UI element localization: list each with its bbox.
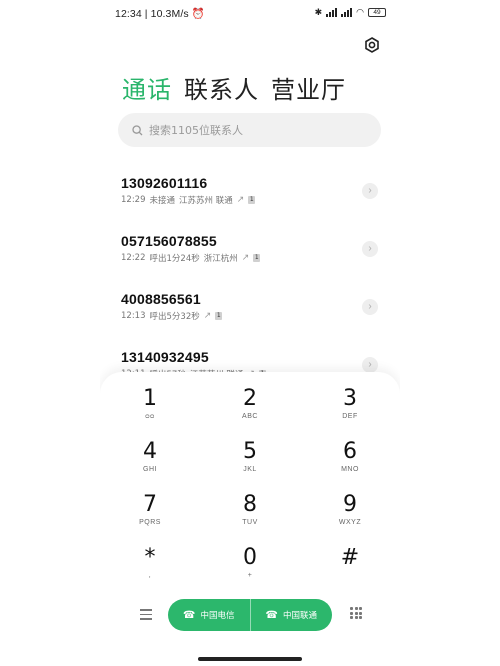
key-2[interactable]: 2 ABC [200,386,300,439]
key-digit: 8 [243,492,257,517]
voicemail-icon: ᴑᴑ [145,413,155,420]
gear-icon[interactable] [364,37,380,53]
arrow-up-right-icon: ↗ [241,253,250,263]
arrow-up-right-icon: ↗ [236,195,245,205]
key-digit: # [340,545,360,570]
key-3[interactable]: 3 DEF [300,386,400,439]
search-icon [132,124,143,135]
key-0[interactable]: 0 + [200,545,300,598]
key-digit: 1 [143,386,157,411]
search-bar[interactable] [118,113,381,147]
call-number: 13140932495 [121,349,209,365]
call-number: 057156078855 [121,233,217,249]
keypad-grid: 1 ᴑᴑ 2 ABC 3 DEF 4 GHI 5 JKL 6 MNO 7 PQRS 8 TUV … [100,386,400,598]
phone-icon: ☎ [265,609,278,621]
key-letters: JKL [243,466,257,473]
key-digit: * [144,545,156,570]
chevron-right-icon[interactable]: › [362,183,378,199]
sim-badge: 1 [253,254,261,262]
status-bar: 12:34 | 10.3M/s ⏰ ✱ ◠ 49 [100,0,400,26]
call-location: 江苏苏州 联通 [179,196,233,206]
sim-badge: 1 [215,312,223,320]
signal-icon [341,8,353,17]
call-button-label: 中国联通 [282,611,317,621]
key-digit: 4 [143,439,157,464]
wifi-icon: ◠ [356,7,364,17]
arrow-up-right-icon: ↗ [203,311,212,321]
status-icons: ✱ ◠ 49 [315,7,386,18]
call-log-item[interactable]: 057156078855 12:22 呼出1分24秒 浙江杭州 ↗ 1 › [100,228,400,286]
key-letters: GHI [143,466,157,473]
call-log: 13092601116 12:29 未接通 江苏苏州 联通 ↗ 1 › 0571… [100,170,400,402]
key-digit: 6 [343,439,357,464]
key-letters: TUV [242,519,258,526]
key-digit: 9 [343,492,357,517]
phone-screen: 12:34 | 10.3M/s ⏰ ✱ ◠ 49 通话 联系人 营业厅 1309… [100,0,400,666]
key-letters: MNO [341,466,359,473]
chevron-right-icon[interactable]: › [362,299,378,315]
call-time: 12:13 [121,311,146,321]
key-letters: ABC [242,413,258,420]
key-7[interactable]: 7 PQRS [100,492,200,545]
key-digit: 2 [243,386,257,411]
chevron-right-icon[interactable]: › [362,241,378,257]
call-button-unicom[interactable]: ☎ 中国联通 [249,599,333,631]
top-tabs: 通话 联系人 营业厅 [122,70,346,105]
key-1[interactable]: 1 ᴑᴑ [100,386,200,439]
call-number: 13092601116 [121,175,208,191]
dialpad-grid-icon[interactable] [350,607,362,619]
key-4[interactable]: 4 GHI [100,439,200,492]
call-status: 未接通 [149,196,176,206]
signal-icon [326,8,338,17]
tab-service-hall[interactable]: 营业厅 [271,70,346,105]
dialpad: 1 ᴑᴑ 2 ABC 3 DEF 4 GHI 5 JKL 6 MNO 7 PQRS 8 TUV … [100,372,400,666]
call-status: 呼出5分32秒 [149,312,200,322]
key-digit: 5 [243,439,257,464]
call-meta: 12:13 呼出5分32秒 ↗ 1 [121,310,400,322]
dialpad-actions: ☎ 中国电信 ☎ 中国联通 [100,599,400,635]
phone-icon: ☎ [183,609,196,621]
chevron-right-icon[interactable]: › [362,357,378,373]
call-meta: 12:22 呼出1分24秒 浙江杭州 ↗ 1 [121,252,400,264]
call-button-telecom[interactable]: ☎ 中国电信 [168,599,250,631]
bluetooth-icon: ✱ [314,7,323,17]
call-location: 浙江杭州 [203,254,238,264]
sim-badge: 1 [248,196,256,204]
key-digit: 0 [243,545,257,570]
key-letters: + [247,572,253,579]
call-time: 12:22 [121,253,146,263]
search-input[interactable] [149,123,349,137]
call-number: 4008856561 [121,291,201,307]
home-indicator[interactable] [198,657,302,661]
key-letters: WXYZ [338,519,362,526]
key-5[interactable]: 5 JKL [200,439,300,492]
call-status: 呼出1分24秒 [149,254,200,264]
call-log-item[interactable]: 4008856561 12:13 呼出5分32秒 ↗ 1 › [100,286,400,344]
key-digit: 7 [143,492,157,517]
call-meta: 12:29 未接通 江苏苏州 联通 ↗ 1 [121,194,400,206]
status-time: 12:34 | 10.3M/s ⏰ [115,8,205,20]
key-digit: 3 [343,386,357,411]
tab-contacts[interactable]: 联系人 [184,70,259,105]
menu-icon[interactable] [140,609,152,621]
key-letters: PQRS [139,519,161,526]
call-time: 12:29 [121,195,146,205]
call-buttons: ☎ 中国电信 ☎ 中国联通 [168,599,332,631]
tab-calls[interactable]: 通话 [122,70,172,105]
battery-icon: 49 [368,8,386,17]
key-6[interactable]: 6 MNO [300,439,400,492]
call-button-label: 中国电信 [200,611,235,621]
key-hash[interactable]: # [300,545,400,598]
key-8[interactable]: 8 TUV [200,492,300,545]
key-letters: , [148,572,152,579]
key-letters: DEF [342,413,358,420]
key-9[interactable]: 9 WXYZ [300,492,400,545]
key-star[interactable]: *, [100,545,200,598]
call-log-item[interactable]: 13092601116 12:29 未接通 江苏苏州 联通 ↗ 1 › [100,170,400,228]
